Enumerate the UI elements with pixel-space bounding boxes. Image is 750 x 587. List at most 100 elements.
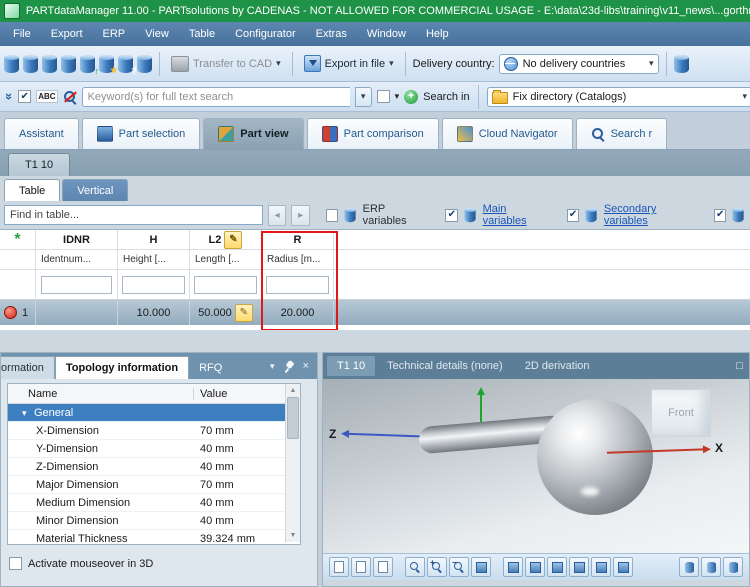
tree-row-z-dimension[interactable]: Z-Dimension 40 mm [8, 458, 300, 476]
zoom-in-icon[interactable]: + [427, 557, 447, 577]
viewer-settings-icon[interactable] [723, 557, 743, 577]
pin-icon[interactable] [283, 360, 295, 373]
search-dropdown-button[interactable]: ▾ [355, 87, 372, 107]
collapse-chevrons-icon[interactable]: » [2, 93, 17, 100]
tab-vertical[interactable]: Vertical [62, 179, 128, 201]
restore-window-icon[interactable]: □ [736, 360, 745, 372]
tree-row-minor-dimension[interactable]: Minor Dimension 40 mm [8, 512, 300, 530]
edit-value-icon[interactable]: ✎ [235, 304, 253, 322]
col-r[interactable]: R [262, 230, 334, 250]
database-help-icon[interactable]: ? [118, 55, 133, 73]
find-prev-button[interactable]: ◂ [268, 205, 286, 226]
close-icon[interactable]: × [303, 360, 309, 372]
menu-export[interactable]: Export [42, 25, 92, 43]
tab-part-comparison[interactable]: Part comparison [307, 118, 439, 149]
zoom-fit-icon[interactable] [405, 557, 425, 577]
project-new-icon[interactable] [23, 55, 38, 73]
menu-view[interactable]: View [136, 25, 178, 43]
scroll-up-icon[interactable]: ▲ [290, 384, 297, 397]
panel-menu-icon[interactable]: ▾ [270, 362, 275, 371]
find-next-button[interactable]: ▸ [291, 205, 309, 226]
fulltext-checkbox[interactable]: ✔ [18, 90, 31, 103]
tab-table[interactable]: Table [4, 179, 60, 201]
tree-row-major-dimension[interactable]: Major Dimension 70 mm [8, 476, 300, 494]
delivery-country-select[interactable]: No delivery countries ▾ [499, 54, 659, 74]
tab-rfq[interactable]: RFQ [189, 357, 232, 379]
tab-topology-information[interactable]: Topology information [55, 356, 189, 379]
zoom-window-icon[interactable] [471, 557, 491, 577]
table-config-cell[interactable]: * [0, 230, 36, 250]
snapshot-icon[interactable] [329, 557, 349, 577]
viewer-tab-2d-derivation[interactable]: 2D derivation [515, 356, 600, 376]
viewer-tab-model[interactable]: T1 10 [327, 356, 375, 376]
secondary-variables-link[interactable]: Secondary variables [604, 203, 700, 227]
scroll-thumb[interactable] [287, 397, 299, 439]
tab-part-selection[interactable]: Part selection [82, 118, 201, 149]
table-view-icon[interactable] [137, 55, 152, 73]
viewport-3d[interactable]: Z X Front [323, 379, 749, 553]
orientation-cube[interactable]: Front [651, 389, 711, 437]
tab-assistant[interactable]: Assistant [4, 118, 79, 149]
col-name-header[interactable]: Name [8, 388, 194, 400]
filter-h-input[interactable] [122, 276, 184, 294]
document-tab-t110[interactable]: T1 10 [8, 153, 70, 176]
spellcheck-abc-icon[interactable]: ABC [36, 90, 57, 103]
menu-erp[interactable]: ERP [94, 25, 135, 43]
tab-cloud-navigator[interactable]: Cloud Navigator [442, 118, 573, 149]
col-value-header[interactable]: Value [194, 388, 227, 400]
render-mode-icon[interactable] [679, 557, 699, 577]
menu-configurator[interactable]: Configurator [226, 25, 305, 43]
col-l2[interactable]: L2 ✎ [190, 230, 262, 250]
table-grid-icon[interactable] [674, 55, 689, 73]
tree-row-medium-dimension[interactable]: Medium Dimension 40 mm [8, 494, 300, 512]
mouseover-checkbox[interactable] [9, 557, 22, 570]
viewer-tab-technical-details[interactable]: Technical details (none) [377, 356, 513, 376]
menu-extras[interactable]: Extras [307, 25, 356, 43]
history-caret-icon[interactable]: ▾ [395, 91, 400, 102]
filter-idnr-input[interactable] [41, 276, 112, 294]
main-variables-checkbox[interactable]: ✔ [445, 209, 458, 222]
view-top-icon[interactable] [591, 557, 611, 577]
menu-table[interactable]: Table [180, 25, 224, 43]
database-sync-icon[interactable] [61, 55, 76, 73]
col-idnr[interactable]: IDNR [36, 230, 118, 250]
edit-column-icon[interactable]: ✎ [224, 231, 242, 249]
col-h[interactable]: H [118, 230, 190, 250]
tree-row-general[interactable]: ▾General [8, 404, 300, 422]
filter-r-input[interactable] [266, 276, 328, 294]
tab-part-view[interactable]: Part view [203, 118, 303, 149]
view-right-icon[interactable] [569, 557, 589, 577]
find-in-table-input[interactable] [4, 205, 263, 225]
fulltext-search-input[interactable] [82, 87, 350, 107]
cell-idnr[interactable] [36, 300, 118, 325]
view-iso-icon[interactable] [613, 557, 633, 577]
menu-file[interactable]: File [4, 25, 40, 43]
tab-part-information[interactable]: formation [1, 356, 55, 379]
clear-search-icon[interactable] [63, 90, 77, 104]
tree-row-material-thickness[interactable]: Material Thickness 39.324 mm [8, 530, 300, 545]
view-back-icon[interactable] [525, 557, 545, 577]
project-open-icon[interactable] [4, 55, 19, 73]
cell-h[interactable]: 10.000 [118, 300, 190, 325]
menu-help[interactable]: Help [417, 25, 458, 43]
tree-row-x-dimension[interactable]: X-Dimension 70 mm [8, 422, 300, 440]
tab-search[interactable]: Search r [576, 118, 668, 149]
search-directory-select[interactable]: Fix directory (Catalogs) ▾ [487, 87, 750, 107]
database-fav-icon[interactable]: ★ [99, 55, 114, 73]
row-header-cell[interactable]: 1 [0, 300, 36, 325]
filter-checkbox[interactable] [377, 90, 390, 103]
erp-variables-checkbox[interactable] [326, 209, 339, 222]
tree-row-y-dimension[interactable]: Y-Dimension 40 mm [8, 440, 300, 458]
topology-scrollbar[interactable]: ▲ ▼ [285, 384, 300, 542]
main-variables-link[interactable]: Main variables [483, 203, 551, 227]
cell-l2[interactable]: 50.000 ✎ [190, 300, 262, 325]
zoom-out-icon[interactable]: − [449, 557, 469, 577]
view-front-icon[interactable] [503, 557, 523, 577]
copy-view-icon[interactable] [351, 557, 371, 577]
cell-r[interactable]: 20.000 [262, 300, 334, 325]
table-data-row[interactable]: 1 10.000 50.000 ✎ 20.000 [0, 300, 750, 325]
tree-expand-icon[interactable]: ▾ [22, 408, 34, 419]
menu-window[interactable]: Window [358, 25, 415, 43]
export-in-file-button[interactable]: Export in file ▾ [300, 53, 398, 74]
add-search-icon[interactable]: + [404, 90, 418, 104]
